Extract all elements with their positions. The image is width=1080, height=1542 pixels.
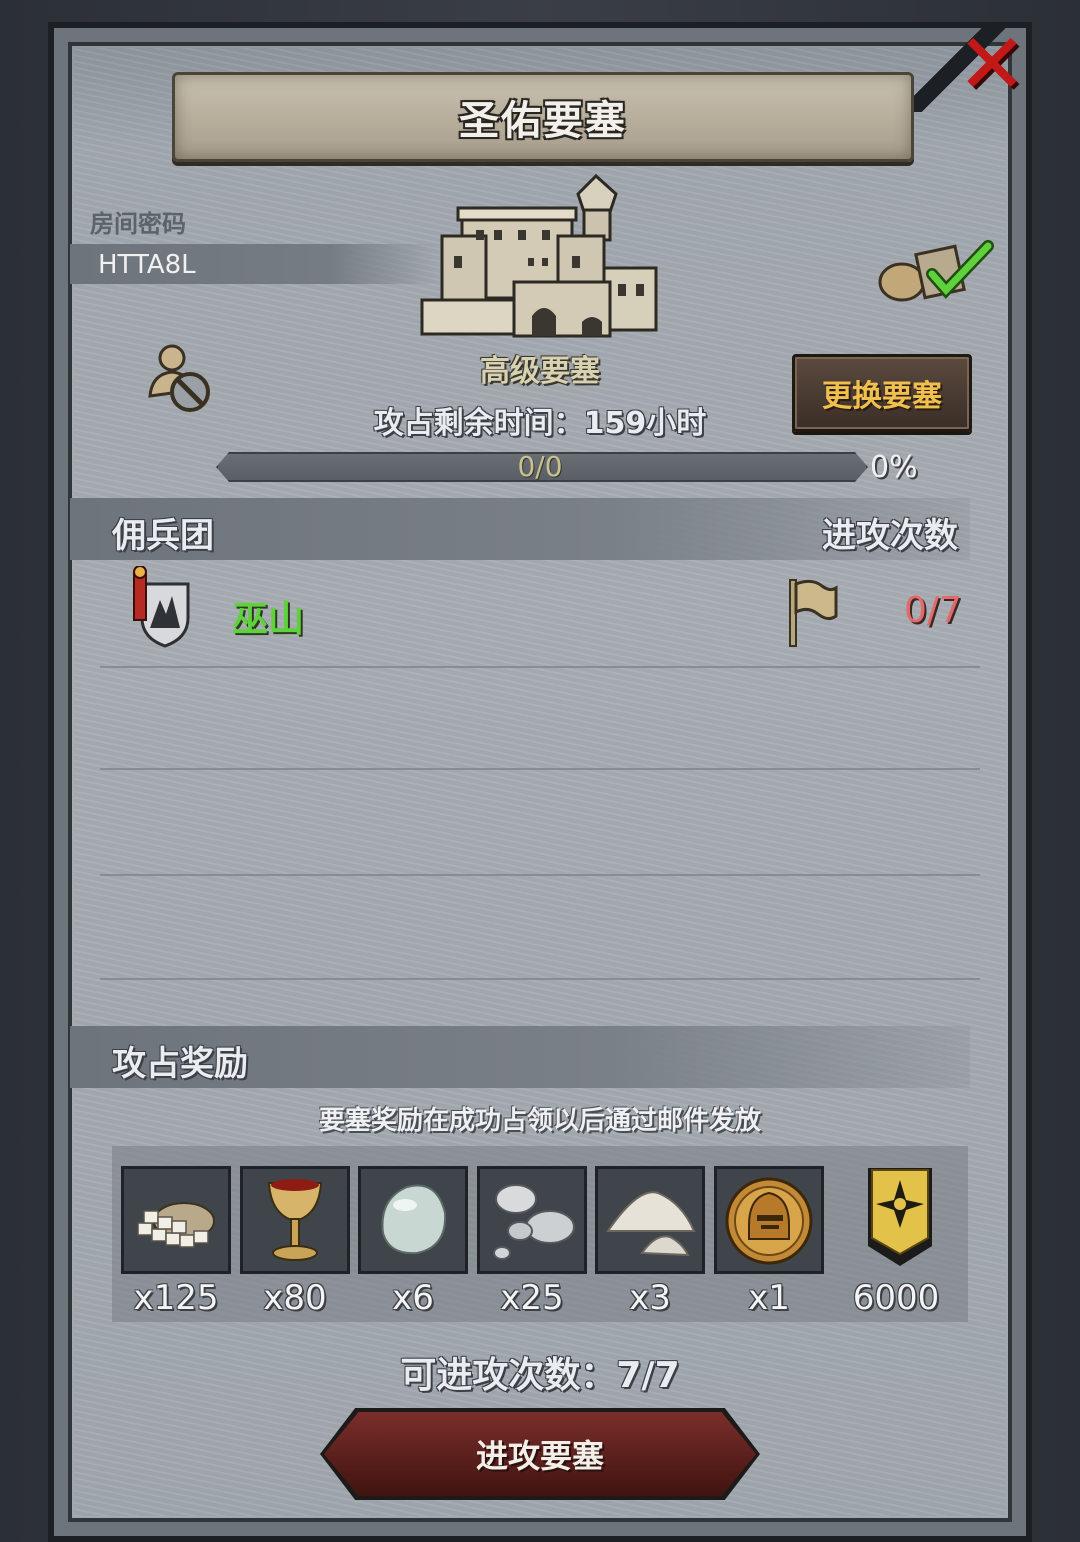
honor-badge-icon bbox=[868, 1168, 932, 1266]
reward-qty: x1 bbox=[748, 1278, 790, 1318]
attacks-header: 进攻次数 bbox=[822, 516, 958, 556]
guild-shield-icon bbox=[133, 566, 190, 648]
castle-icon bbox=[420, 173, 658, 338]
stone-blocks-icon bbox=[121, 1166, 231, 1274]
goblet-icon bbox=[240, 1166, 350, 1274]
rewards-title: 攻占奖励 bbox=[112, 1044, 248, 1084]
silver-pearls-icon bbox=[477, 1166, 587, 1274]
reward-item[interactable] bbox=[121, 1166, 231, 1274]
empty-row-divider bbox=[100, 874, 980, 876]
reward-item[interactable] bbox=[240, 1166, 350, 1274]
attack-fortress-button[interactable]: 进攻要塞 bbox=[324, 1412, 756, 1496]
empty-row-divider bbox=[100, 978, 980, 980]
reward-item[interactable] bbox=[854, 1166, 964, 1270]
capture-progress-text: 0/0 bbox=[517, 450, 563, 483]
flag-icon bbox=[789, 579, 838, 647]
title-banner: 圣佑要塞 bbox=[172, 72, 914, 162]
attacks-remaining: 可进攻次数：7/7 bbox=[400, 1355, 680, 1396]
attack-fortress-label: 进攻要塞 bbox=[475, 1437, 604, 1475]
room-code: HTTA8L bbox=[98, 250, 196, 280]
reward-qty: 6000 bbox=[852, 1278, 940, 1318]
gem-stone-icon bbox=[358, 1166, 468, 1274]
close-button[interactable]: ✕ bbox=[954, 15, 1030, 113]
helmet-coin-icon bbox=[714, 1166, 824, 1274]
reward-item[interactable] bbox=[595, 1166, 705, 1274]
empty-row-divider bbox=[100, 768, 980, 770]
close-icon: ✕ bbox=[956, 15, 1028, 113]
reward-item[interactable] bbox=[714, 1166, 824, 1274]
reward-item[interactable] bbox=[358, 1166, 468, 1274]
guild-name: 巫山 bbox=[232, 599, 305, 640]
page-title: 圣佑要塞 bbox=[459, 98, 627, 144]
reward-item[interactable] bbox=[477, 1166, 587, 1274]
mercenary-title: 佣兵团 bbox=[112, 516, 214, 556]
capture-time-left: 攻占剩余时间：159小时 bbox=[373, 406, 707, 441]
room-password-label: 房间密码 bbox=[90, 210, 186, 238]
powder-icon bbox=[595, 1166, 705, 1274]
resource-bag-check-icon bbox=[878, 240, 994, 302]
capture-progress-percent: 0% bbox=[870, 450, 918, 485]
rewards-note: 要塞奖励在成功占领以后通过邮件发放 bbox=[318, 1106, 761, 1136]
guild-attacks-count: 0/7 bbox=[904, 590, 962, 631]
